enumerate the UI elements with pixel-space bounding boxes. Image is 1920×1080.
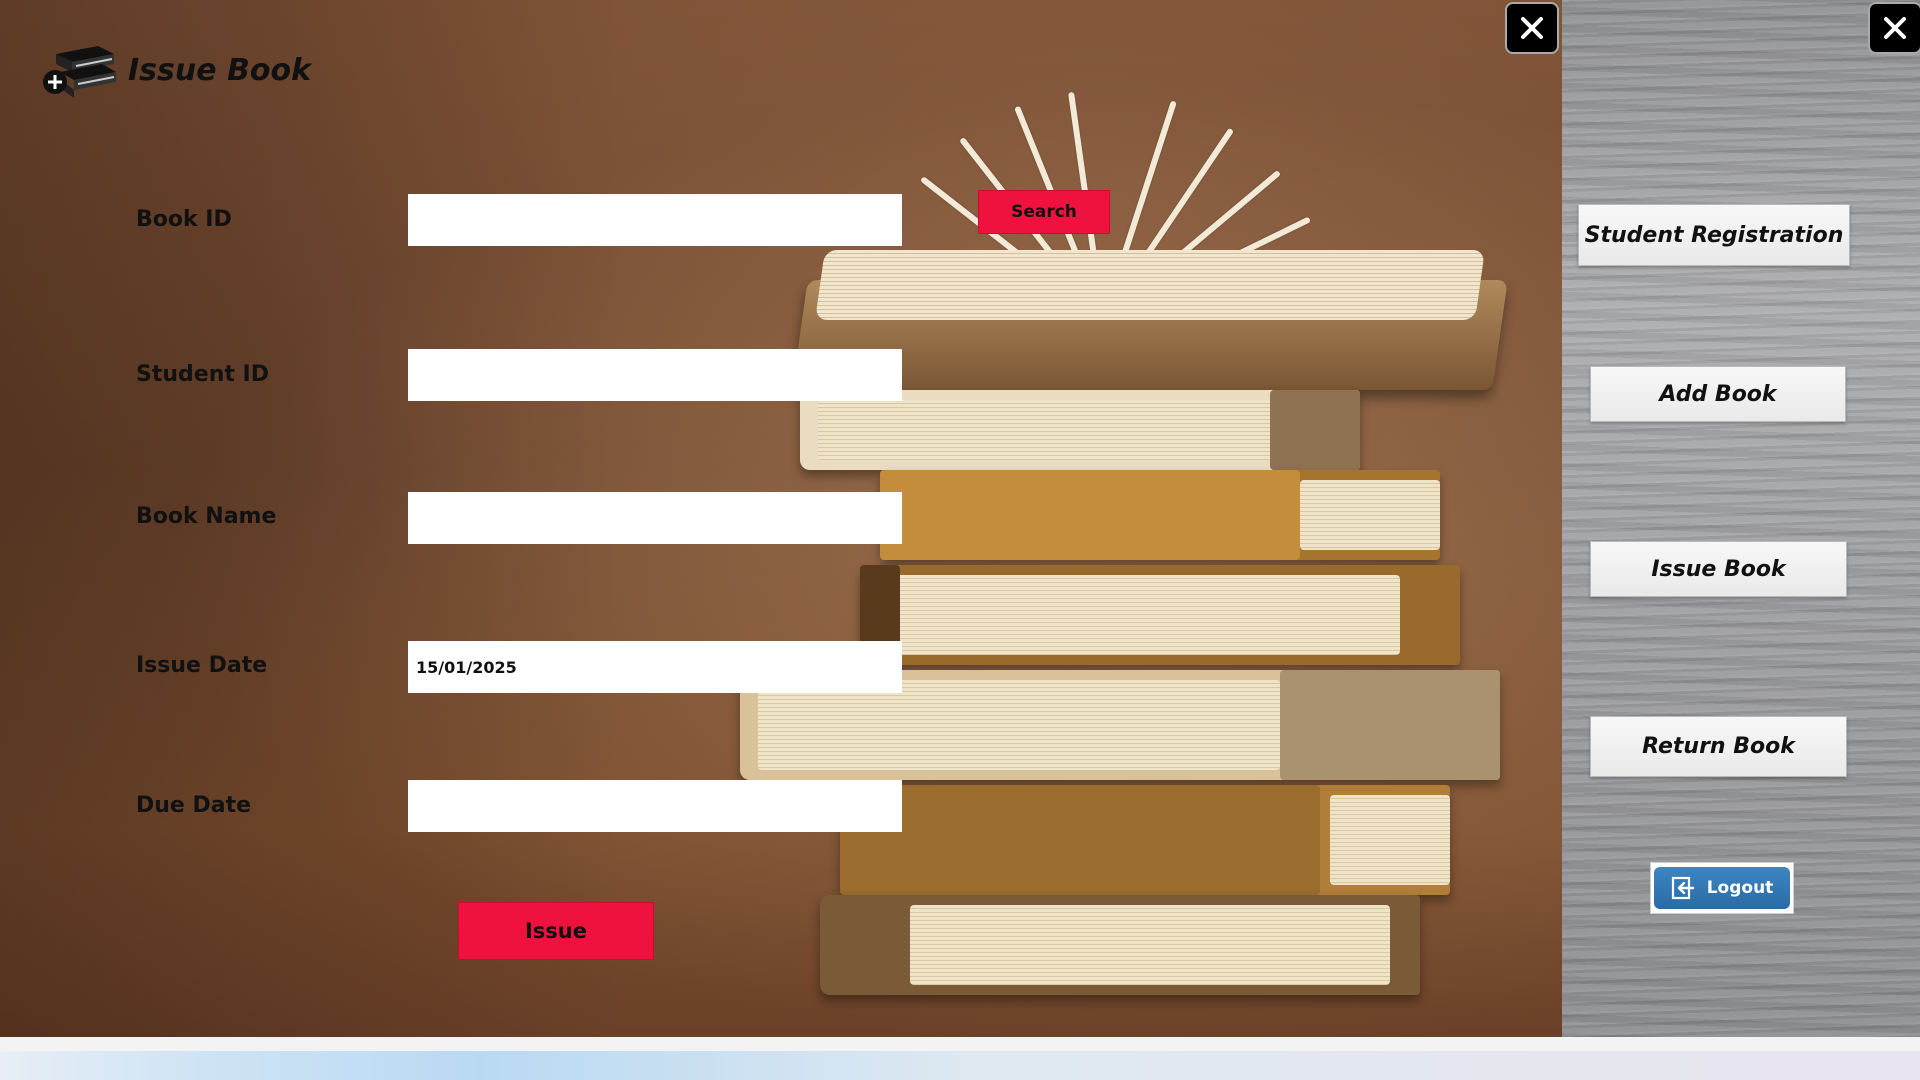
close-icon (1521, 17, 1543, 39)
issue-date-label: Issue Date (136, 653, 268, 678)
page-title: Issue Book (128, 52, 312, 88)
close-window-button[interactable] (1868, 2, 1920, 54)
search-button[interactable]: Search (978, 190, 1110, 234)
due-date-label: Due Date (136, 793, 252, 818)
student-id-label: Student ID (136, 362, 269, 387)
logout-icon (1671, 876, 1694, 900)
issue-date-input[interactable] (408, 641, 902, 693)
book-stack-image (720, 91, 1540, 1010)
books-add-icon (42, 40, 116, 100)
sidebar-item-add-book[interactable]: Add Book (1590, 366, 1846, 422)
logout-button-face: Logout (1654, 867, 1790, 909)
sidebar-item-return-book[interactable]: Return Book (1590, 716, 1847, 777)
sidebar-item-student-registration[interactable]: Student Registration (1578, 204, 1850, 266)
logout-label: Logout (1706, 878, 1774, 898)
book-name-label: Book Name (136, 504, 277, 529)
sidebar-item-issue-book[interactable]: Issue Book (1590, 541, 1847, 597)
book-id-label: Book ID (136, 207, 232, 232)
close-panel-button[interactable] (1505, 2, 1559, 54)
main-panel: Issue Book Book ID Search Student ID Boo… (0, 0, 1562, 1037)
logout-button[interactable]: Logout (1650, 862, 1794, 914)
issue-button[interactable]: Issue (458, 902, 654, 960)
book-name-input[interactable] (408, 492, 902, 544)
close-icon (1884, 17, 1906, 39)
taskbar-strip (0, 1037, 1920, 1080)
due-date-input[interactable] (408, 780, 902, 832)
student-id-input[interactable] (408, 349, 902, 401)
book-id-input[interactable] (408, 194, 902, 246)
page-header: Issue Book (42, 40, 311, 100)
